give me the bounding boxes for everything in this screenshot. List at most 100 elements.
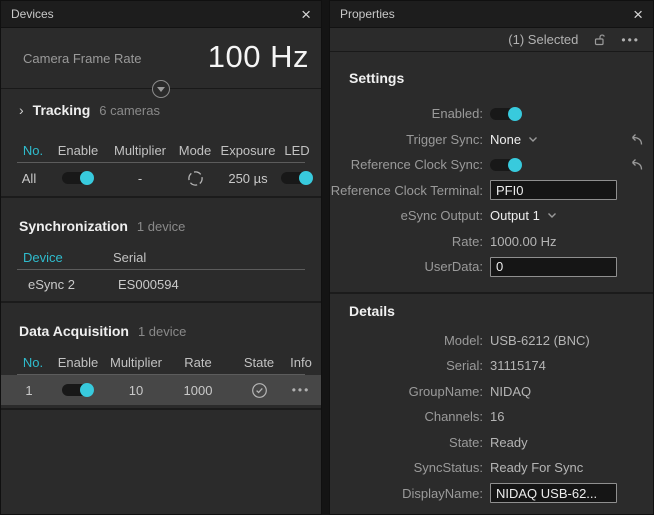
section-divider: [1, 408, 321, 410]
col-enable[interactable]: Enable: [49, 355, 107, 370]
groupname-row: GroupName: NIDAQ: [330, 379, 653, 405]
col-rate[interactable]: Rate: [165, 355, 231, 370]
userdata-row: UserData:: [330, 254, 653, 280]
col-led[interactable]: LED: [279, 143, 315, 158]
chevron-right-icon: ›: [19, 102, 24, 118]
col-device[interactable]: Device: [17, 250, 107, 265]
camera-all-row[interactable]: All - 250 µs: [9, 163, 313, 193]
userdata-input[interactable]: [490, 257, 617, 277]
daq-enable-toggle[interactable]: [62, 384, 94, 396]
serial-value: 31115174: [490, 358, 546, 373]
reset-button[interactable]: [630, 158, 644, 171]
displayname-row: DisplayName:: [330, 481, 653, 507]
synchronization-section-header: Synchronization 1 device: [1, 198, 321, 238]
col-info[interactable]: Info: [287, 355, 315, 370]
expand-frame-rate-button[interactable]: [152, 80, 170, 98]
camera-frame-rate-section: Camera Frame Rate 100 Hz: [1, 28, 321, 89]
reference-clock-terminal-label: Reference Clock Terminal:: [330, 183, 490, 198]
rate-label: Rate:: [330, 234, 490, 249]
overflow-menu-icon[interactable]: •••: [621, 33, 640, 47]
reset-button[interactable]: [630, 133, 644, 146]
camera-frame-rate-value[interactable]: 100 Hz: [208, 39, 309, 75]
devices-panel-title: Devices: [11, 7, 54, 21]
displayname-label: DisplayName:: [330, 486, 490, 501]
close-icon[interactable]: ×: [633, 6, 643, 23]
col-no[interactable]: No.: [17, 355, 49, 370]
info-ellipsis-icon[interactable]: •••: [287, 383, 315, 397]
reference-clock-sync-row: Reference Clock Sync:: [330, 152, 653, 178]
settings-section-header: Settings: [330, 70, 653, 92]
synchronization-label: Synchronization: [19, 218, 128, 234]
chevron-down-icon[interactable]: [547, 212, 557, 219]
col-exposure[interactable]: Exposure: [217, 143, 279, 158]
details-section-header: Details: [330, 303, 653, 325]
state-ok-icon[interactable]: [251, 382, 268, 399]
close-icon[interactable]: ×: [301, 6, 311, 23]
camera-row-no: All: [9, 171, 49, 186]
esync-device-name: eSync 2: [17, 277, 107, 292]
reset-icon: [630, 133, 644, 146]
camera-row-exposure[interactable]: 250 µs: [217, 171, 279, 186]
col-serial[interactable]: Serial: [107, 250, 305, 265]
synchronization-count: 1 device: [137, 219, 185, 234]
selection-count: (1) Selected: [508, 32, 578, 47]
data-acquisition-section-header: Data Acquisition 1 device: [1, 303, 321, 343]
camera-led-toggle[interactable]: [281, 172, 313, 184]
col-no[interactable]: No.: [17, 143, 49, 158]
trigger-sync-label: Trigger Sync:: [330, 132, 490, 147]
esync-serial: ES000594: [107, 277, 305, 292]
displayname-input[interactable]: [490, 483, 617, 503]
enabled-toggle[interactable]: [490, 108, 522, 120]
properties-panel: Properties × (1) Selected ••• Settings E…: [329, 0, 654, 515]
col-enable[interactable]: Enable: [49, 143, 107, 158]
col-multiplier[interactable]: Multiplier: [107, 143, 173, 158]
rate-row: Rate: 1000.00 Hz: [330, 229, 653, 255]
daq-row-multiplier: 10: [107, 383, 165, 398]
tracking-count: 6 cameras: [99, 103, 160, 118]
synchronization-table: Device Serial eSync 2 ES000594: [17, 246, 305, 298]
state-label: State:: [330, 435, 490, 450]
daq-row-no: 1: [9, 383, 49, 398]
reset-icon: [630, 158, 644, 171]
serial-label: Serial:: [330, 358, 490, 373]
camera-frame-rate-label: Camera Frame Rate: [23, 51, 141, 66]
userdata-label: UserData:: [330, 259, 490, 274]
channels-value: 16: [490, 409, 504, 424]
trigger-sync-dropdown[interactable]: None: [490, 132, 521, 147]
channels-label: Channels:: [330, 409, 490, 424]
syncstatus-value: Ready For Sync: [490, 460, 583, 475]
camera-row-multiplier: -: [107, 171, 173, 186]
daq-device-row[interactable]: 1 10 1000 •••: [1, 375, 321, 405]
groupname-value: NIDAQ: [490, 384, 531, 399]
reference-clock-sync-toggle[interactable]: [490, 159, 522, 171]
col-multiplier[interactable]: Multiplier: [107, 355, 165, 370]
reference-clock-sync-label: Reference Clock Sync:: [330, 157, 490, 172]
tracking-label: Tracking: [33, 102, 91, 118]
synchronization-table-header: Device Serial: [17, 246, 305, 270]
camera-enable-toggle[interactable]: [62, 172, 94, 184]
devices-panel: Devices × Camera Frame Rate 100 Hz › Tra…: [0, 0, 322, 515]
data-acquisition-label: Data Acquisition: [19, 323, 129, 339]
groupname-label: GroupName:: [330, 384, 490, 399]
serial-row: Serial: 31115174: [330, 353, 653, 379]
camera-mode-icon[interactable]: [187, 170, 204, 187]
properties-titlebar: Properties ×: [330, 1, 653, 28]
channels-row: Channels: 16: [330, 404, 653, 430]
esync-output-row: eSync Output: Output 1: [330, 203, 653, 229]
state-value: Ready: [490, 435, 528, 450]
chevron-down-icon[interactable]: [528, 136, 538, 143]
enabled-label: Enabled:: [330, 106, 490, 121]
daq-row-rate: 1000: [165, 383, 231, 398]
camera-table-header: No. Enable Multiplier Mode Exposure LED: [17, 139, 305, 163]
state-row: State: Ready: [330, 430, 653, 456]
col-mode[interactable]: Mode: [173, 143, 217, 158]
esync-output-dropdown[interactable]: Output 1: [490, 208, 540, 223]
reference-clock-terminal-input[interactable]: [490, 180, 617, 200]
unlock-icon[interactable]: [593, 33, 606, 46]
trigger-sync-row: Trigger Sync: None: [330, 127, 653, 153]
esync-row[interactable]: eSync 2 ES000594: [17, 270, 305, 298]
properties-toolbar: (1) Selected •••: [330, 28, 653, 52]
properties-panel-title: Properties: [340, 7, 395, 21]
reference-clock-terminal-row: Reference Clock Terminal:: [330, 178, 653, 204]
col-state[interactable]: State: [231, 355, 287, 370]
